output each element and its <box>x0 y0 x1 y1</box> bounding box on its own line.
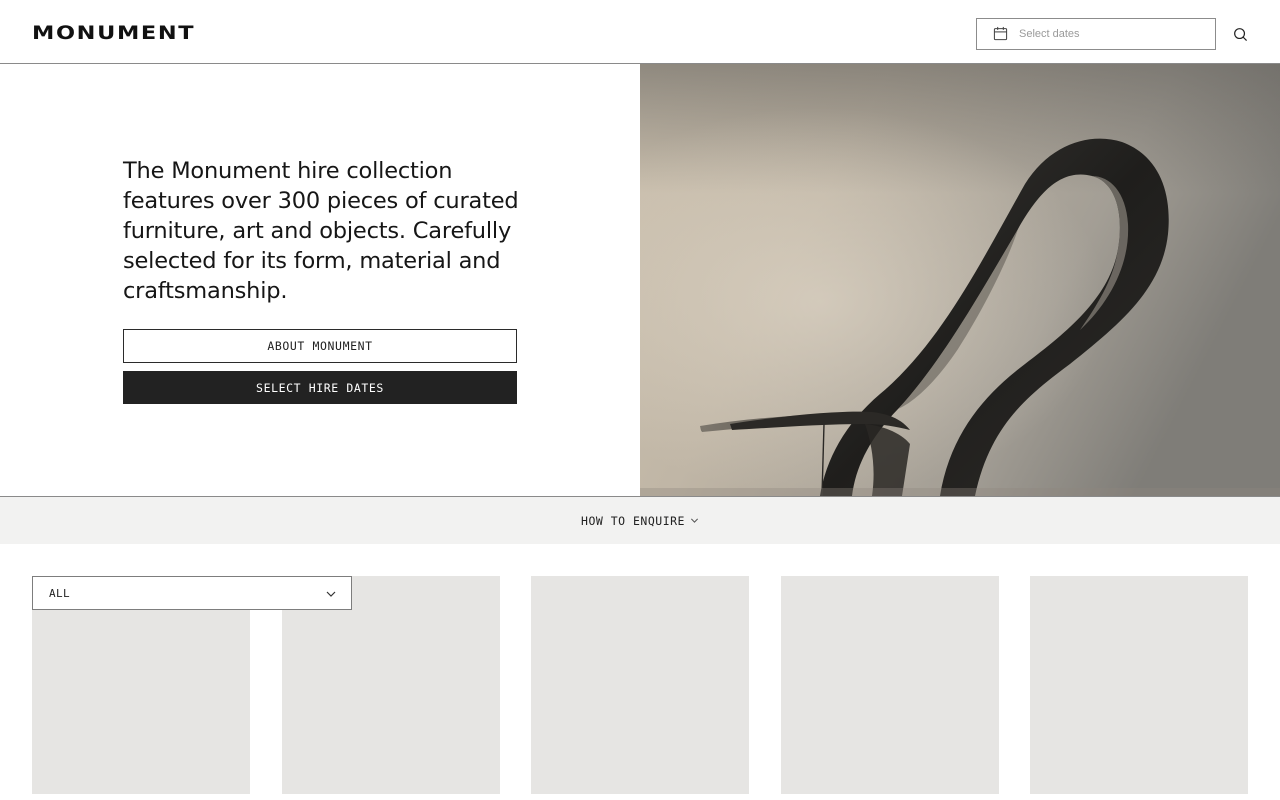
search-icon <box>1233 27 1248 42</box>
hero-section: The Monument hire collection features ov… <box>0 64 1280 497</box>
date-select-field[interactable]: Select dates <box>976 18 1216 50</box>
date-placeholder: Select dates <box>1019 28 1080 40</box>
hero-description: The Monument hire collection features ov… <box>123 158 519 304</box>
about-monument-button[interactable]: ABOUT MONUMENT <box>123 329 517 363</box>
how-to-enquire-toggle[interactable]: HOW TO ENQUIRE <box>0 497 1280 544</box>
search-button[interactable] <box>1230 24 1250 44</box>
product-card[interactable] <box>1030 576 1248 794</box>
sculpture-illustration <box>640 64 1280 496</box>
hero-image <box>640 64 1280 496</box>
select-hire-dates-button[interactable]: SELECT HIRE DATES <box>123 371 517 404</box>
category-filter-select[interactable]: ALL <box>32 576 352 610</box>
calendar-icon <box>993 26 1009 42</box>
product-card[interactable] <box>781 576 999 794</box>
chevron-down-icon <box>325 588 337 600</box>
category-filter-value: ALL <box>49 586 71 600</box>
how-to-enquire-label: HOW TO ENQUIRE <box>581 513 685 528</box>
hero-intro: The Monument hire collection features ov… <box>0 64 640 496</box>
product-card[interactable] <box>531 576 749 794</box>
chevron-down-icon <box>690 516 699 525</box>
logo[interactable]: MONUMENT <box>32 22 195 44</box>
site-header: MONUMENT Select dates <box>0 0 1280 64</box>
